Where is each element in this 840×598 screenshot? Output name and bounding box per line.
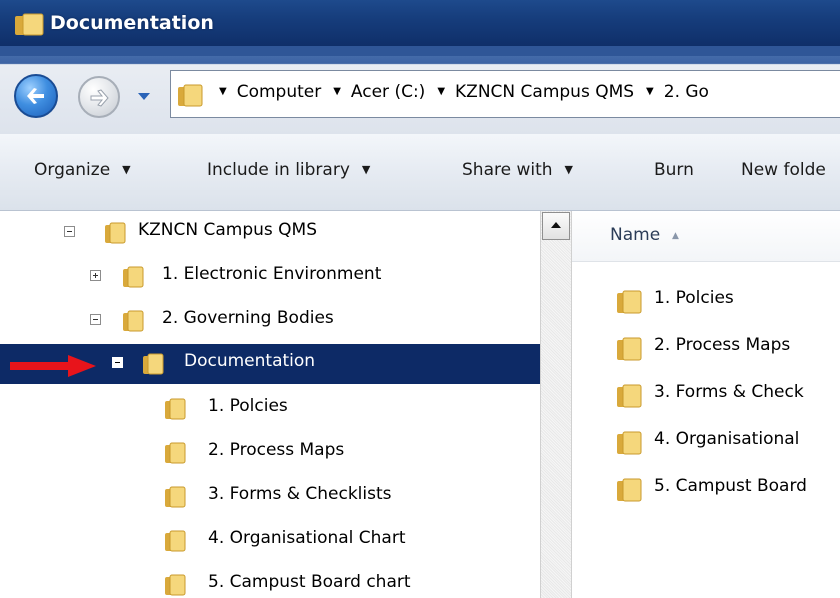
collapse-icon[interactable] xyxy=(90,314,101,325)
chevron-right-icon[interactable]: ▼ xyxy=(333,86,341,97)
folder-icon xyxy=(165,398,186,420)
tree-item-organisational-chart[interactable]: 4. Organisational Chart xyxy=(0,521,540,561)
folder-icon xyxy=(165,486,186,508)
tree-item-label: KZNCN Campus QMS xyxy=(138,220,318,240)
column-header-name[interactable]: Name ▲ xyxy=(572,211,840,262)
scroll-up-button[interactable] xyxy=(542,212,570,240)
tree-item-label: 5. Campust Board chart xyxy=(208,572,411,592)
tree-item-label: 4. Organisational Chart xyxy=(208,528,406,548)
folder-icon xyxy=(165,574,186,596)
navigation-bar: ▼ Computer ▼ Acer (C:) ▼ KZNCN Campus QMS ▼ 2. … xyxy=(0,46,840,134)
breadcrumb-drive[interactable]: Acer (C:) xyxy=(351,82,425,102)
forward-arrow-icon xyxy=(90,89,109,107)
chevron-right-icon[interactable]: ▼ xyxy=(437,86,445,97)
folder-icon xyxy=(617,478,642,502)
tree-item-kzncn-campus-qms[interactable]: KZNCN Campus QMS xyxy=(0,213,540,253)
tree-item-documentation[interactable]: Documentation xyxy=(0,344,540,384)
command-toolbar: Organize ▼ Include in library ▼ Share with… xyxy=(0,134,840,211)
organize-button[interactable]: Organize ▼ xyxy=(34,160,131,180)
breadcrumb: ▼ Computer ▼ Acer (C:) ▼ KZNCN Campus QMS ▼ 2. … xyxy=(207,82,709,102)
tree-item-forms-checklists[interactable]: 3. Forms & Checklists xyxy=(0,477,540,517)
file-item-label: 2. Process Maps xyxy=(654,335,791,355)
folder-icon xyxy=(178,84,203,107)
folder-icon xyxy=(15,13,44,36)
breadcrumb-kzncn[interactable]: KZNCN Campus QMS xyxy=(455,82,634,102)
tree-item-label: Documentation xyxy=(184,351,316,371)
column-header-label: Name xyxy=(610,225,661,245)
folder-icon xyxy=(617,337,642,361)
chevron-right-icon[interactable]: ▼ xyxy=(646,86,654,97)
collapse-icon[interactable] xyxy=(64,226,75,237)
include-in-library-button[interactable]: Include in library ▼ xyxy=(207,160,370,180)
chevron-down-icon: ▼ xyxy=(122,163,131,176)
red-arrow-annotation xyxy=(10,355,96,377)
chevron-down-icon: ▼ xyxy=(564,163,573,176)
folder-icon xyxy=(617,290,642,314)
chevron-down-icon: ▼ xyxy=(361,163,371,176)
tree-item-campust-board-chart[interactable]: 5. Campust Board chart xyxy=(0,565,540,598)
file-item-organisational[interactable]: 4. Organisational xyxy=(572,416,840,462)
file-item-polcies[interactable]: 1. Polcies xyxy=(572,275,840,321)
expand-icon[interactable] xyxy=(90,270,101,281)
file-item-label: 3. Forms & Check xyxy=(654,382,804,402)
file-item-label: 4. Organisational xyxy=(654,429,800,449)
folder-icon xyxy=(165,530,186,552)
share-with-button[interactable]: Share with ▼ xyxy=(462,160,573,180)
tree-item-governing-bodies[interactable]: 2. Governing Bodies xyxy=(0,301,540,341)
title-bar: Documentation xyxy=(0,0,840,46)
file-list-pane: Name ▲ 1. Polcies 2. Process Maps 3. For… xyxy=(572,211,840,598)
tree-scrollbar[interactable] xyxy=(540,211,572,598)
window-title: Documentation xyxy=(50,12,214,34)
folder-icon xyxy=(165,442,186,464)
chevron-right-icon[interactable]: ▼ xyxy=(219,86,227,97)
back-arrow-icon xyxy=(27,88,44,104)
collapse-icon[interactable] xyxy=(112,357,123,368)
folder-icon xyxy=(143,353,164,375)
forward-button[interactable] xyxy=(78,76,120,118)
tree-item-label: 2. Governing Bodies xyxy=(162,308,334,328)
address-bar[interactable]: ▼ Computer ▼ Acer (C:) ▼ KZNCN Campus QMS ▼ 2. … xyxy=(170,70,840,118)
sort-ascending-icon: ▲ xyxy=(672,231,679,241)
breadcrumb-governing[interactable]: 2. Go xyxy=(664,82,709,102)
file-item-label: 1. Polcies xyxy=(654,288,734,308)
file-item-campust-board[interactable]: 5. Campust Board xyxy=(572,463,840,509)
burn-button[interactable]: Burn xyxy=(654,160,694,180)
navigation-tree: KZNCN Campus QMS 1. Electronic Environme… xyxy=(0,211,540,598)
tree-item-polcies[interactable]: 1. Polcies xyxy=(0,389,540,429)
tree-item-label: 2. Process Maps xyxy=(208,440,345,460)
folder-icon xyxy=(123,310,144,332)
folder-icon xyxy=(123,266,144,288)
file-item-forms-checklists[interactable]: 3. Forms & Check xyxy=(572,369,840,415)
recent-pages-dropdown-icon[interactable] xyxy=(137,91,151,101)
folder-icon xyxy=(105,222,126,244)
breadcrumb-computer[interactable]: Computer xyxy=(237,82,322,102)
tree-item-label: 1. Electronic Environment xyxy=(162,264,382,284)
folder-icon xyxy=(617,431,642,455)
tree-item-label: 3. Forms & Checklists xyxy=(208,484,392,504)
back-button[interactable] xyxy=(14,74,58,118)
file-item-label: 5. Campust Board xyxy=(654,476,807,496)
folder-icon xyxy=(617,384,642,408)
tree-item-electronic-environment[interactable]: 1. Electronic Environment xyxy=(0,257,540,297)
tree-item-process-maps[interactable]: 2. Process Maps xyxy=(0,433,540,473)
new-folder-button[interactable]: New folde xyxy=(741,160,826,180)
tree-item-label: 1. Polcies xyxy=(208,396,288,416)
file-item-process-maps[interactable]: 2. Process Maps xyxy=(572,322,840,368)
